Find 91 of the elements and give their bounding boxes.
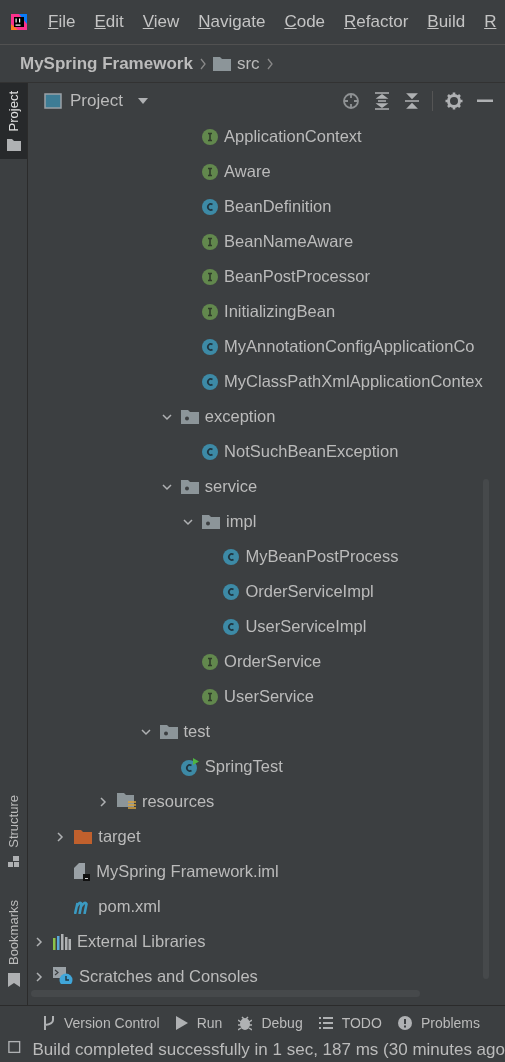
class-icon bbox=[202, 338, 219, 355]
tree-item[interactable]: resources bbox=[141, 792, 215, 811]
chevron-icon[interactable] bbox=[33, 935, 45, 948]
tree-item[interactable]: InitializingBean bbox=[224, 302, 336, 321]
chevron-right-icon bbox=[198, 57, 207, 70]
interface-icon bbox=[202, 688, 219, 705]
package-icon bbox=[202, 514, 221, 529]
tool-window-button[interactable]: TODO bbox=[318, 1015, 382, 1031]
side-tab[interactable]: Structure bbox=[0, 787, 27, 876]
bookmark-icon bbox=[7, 973, 20, 987]
warning-icon bbox=[397, 1016, 412, 1030]
menu-item[interactable]: View bbox=[142, 12, 180, 32]
menu-item[interactable]: R bbox=[484, 12, 497, 32]
menu-item[interactable]: File bbox=[48, 12, 76, 32]
folder-icon bbox=[6, 139, 21, 152]
class-icon bbox=[202, 443, 219, 460]
tool-window-button[interactable]: Problems bbox=[397, 1015, 480, 1031]
tree-item[interactable]: BeanDefinition bbox=[224, 197, 332, 216]
structure-icon bbox=[7, 855, 20, 868]
tree-item[interactable]: External Libraries bbox=[77, 932, 206, 951]
minimize-icon[interactable] bbox=[477, 99, 493, 103]
scratches-icon bbox=[53, 966, 73, 984]
menu-item[interactable]: Navigate bbox=[198, 12, 266, 32]
package-icon bbox=[159, 724, 178, 739]
list-icon bbox=[318, 1017, 333, 1029]
class-icon bbox=[202, 373, 219, 390]
collapse-all-icon[interactable] bbox=[404, 92, 420, 110]
tree-item[interactable]: test bbox=[183, 722, 211, 741]
folder-icon bbox=[74, 829, 93, 844]
tree-item[interactable]: MySpring Framework.iml bbox=[96, 862, 279, 881]
package-icon bbox=[180, 479, 199, 494]
tree-item[interactable]: BeanNameAware bbox=[224, 232, 354, 251]
tree-item[interactable]: exception bbox=[204, 407, 276, 426]
tree-item[interactable]: SpringTest bbox=[204, 757, 283, 776]
breadcrumb-item[interactable]: src bbox=[236, 53, 260, 74]
class-icon bbox=[223, 618, 240, 635]
module-file-icon bbox=[74, 862, 91, 881]
tree-item[interactable]: pom.xml bbox=[98, 897, 161, 916]
interface-icon bbox=[202, 653, 219, 670]
resources-folder-icon bbox=[116, 793, 136, 810]
tree-item[interactable]: UserService bbox=[224, 687, 314, 706]
expand-all-icon[interactable] bbox=[374, 92, 390, 110]
class-icon bbox=[223, 548, 240, 565]
window-icon bbox=[44, 93, 62, 109]
tree-item[interactable]: impl bbox=[226, 512, 257, 531]
menu-item[interactable]: Edit bbox=[94, 12, 124, 32]
play-icon bbox=[175, 1016, 188, 1030]
test-class-icon bbox=[180, 757, 199, 776]
package-icon bbox=[180, 409, 199, 424]
interface-icon bbox=[202, 303, 219, 320]
tree-item[interactable]: MyAnnotationConfigApplicationCo bbox=[224, 337, 475, 356]
tree-item[interactable]: target bbox=[98, 827, 141, 846]
chevron-right-icon bbox=[265, 57, 274, 70]
class-icon bbox=[202, 198, 219, 215]
menu-item[interactable]: Code bbox=[284, 12, 326, 32]
tree-item[interactable]: ApplicationContext bbox=[224, 127, 362, 146]
tree-item[interactable]: NotSuchBeanException bbox=[224, 442, 399, 461]
tool-window-button[interactable]: Run bbox=[175, 1015, 223, 1031]
interface-icon bbox=[202, 163, 219, 180]
tree-item[interactable]: OrderService bbox=[224, 652, 322, 671]
libraries-icon bbox=[53, 933, 71, 950]
status-message: Build completed successfully in 1 sec, 187 ms (30 minutes ago bbox=[32, 1040, 505, 1060]
side-tab[interactable]: Project bbox=[0, 83, 27, 160]
breadcrumb-item[interactable]: MySpring Framework bbox=[20, 53, 193, 74]
app-logo-icon bbox=[9, 12, 29, 32]
tree-item[interactable]: UserServiceImpl bbox=[245, 617, 367, 636]
chevron-icon[interactable] bbox=[33, 970, 45, 983]
tree-item[interactable]: Scratches and Consoles bbox=[79, 967, 258, 984]
class-icon bbox=[223, 583, 240, 600]
interface-icon bbox=[202, 268, 219, 285]
menu-item[interactable]: Refactor bbox=[344, 12, 409, 32]
tree-item[interactable]: BeanPostProcessor bbox=[224, 267, 370, 286]
settings-icon[interactable] bbox=[445, 92, 463, 110]
tool-window-button[interactable]: Version Control bbox=[43, 1015, 160, 1031]
folder-icon bbox=[212, 56, 231, 71]
interface-icon bbox=[202, 128, 219, 145]
menu-item[interactable]: Build bbox=[427, 12, 466, 32]
tree-item[interactable]: service bbox=[204, 477, 258, 496]
tree-item[interactable]: MyClassPathXmlApplicationContex bbox=[224, 372, 483, 391]
tree-item[interactable]: OrderServiceImpl bbox=[245, 582, 374, 601]
branch-icon bbox=[43, 1015, 55, 1031]
side-tab[interactable]: Bookmarks bbox=[0, 891, 27, 995]
interface-icon bbox=[202, 233, 219, 250]
panel-title[interactable]: Project bbox=[70, 91, 123, 111]
dropdown-caret-icon[interactable] bbox=[136, 97, 149, 105]
panel-toggle-icon[interactable] bbox=[8, 1040, 21, 1054]
bug-icon bbox=[238, 1015, 253, 1031]
tree-item[interactable]: Aware bbox=[224, 162, 271, 181]
tool-window-button[interactable]: Debug bbox=[238, 1015, 303, 1031]
tree-item[interactable]: MyBeanPostProcess bbox=[245, 547, 399, 566]
locate-icon[interactable] bbox=[342, 92, 360, 110]
